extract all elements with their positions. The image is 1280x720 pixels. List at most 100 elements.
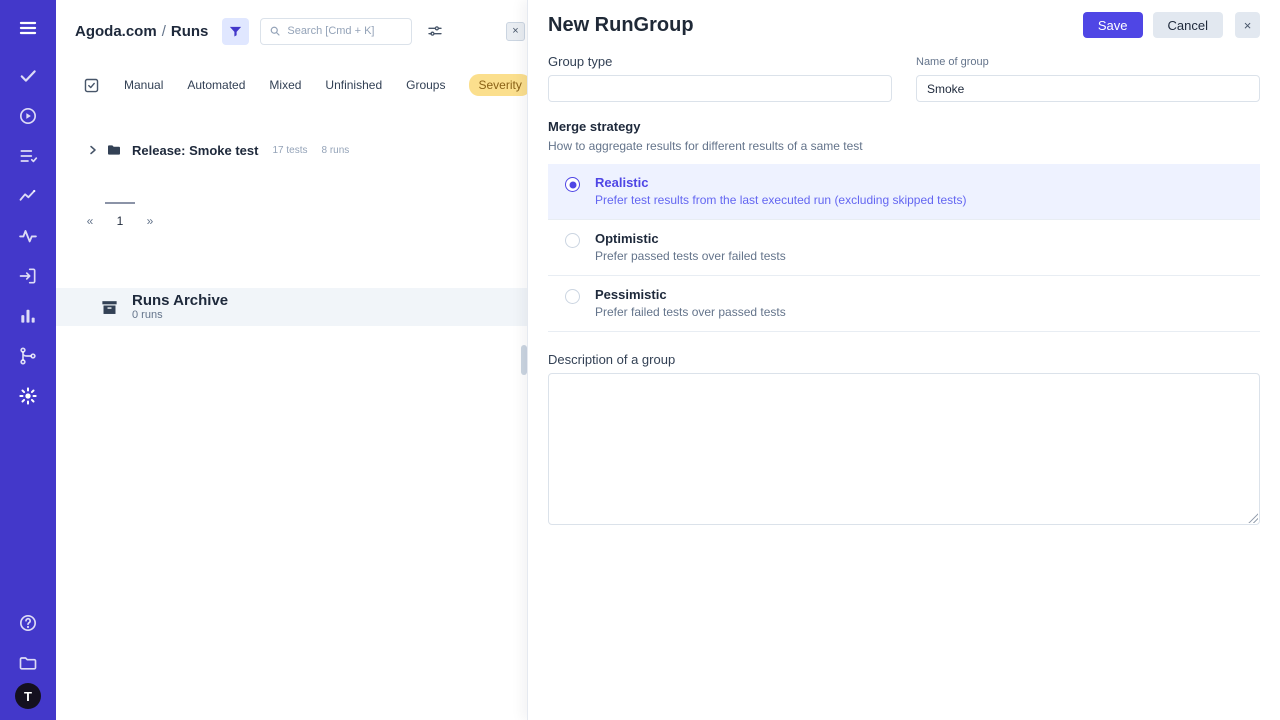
option-text-block: Pessimistic Prefer failed tests over pas…: [595, 287, 786, 319]
tab-unfinished[interactable]: Unfinished: [325, 78, 382, 92]
breadcrumb: Agoda.com/Runs: [75, 23, 208, 40]
runs-filter-tabs: Manual Automated Mixed Unfinished Groups…: [56, 62, 527, 100]
drawer-body: Group type Name of group Merge strategy …: [528, 46, 1280, 525]
sidebar-item-results[interactable]: [0, 56, 56, 96]
top-fields-row: Group type Name of group: [548, 54, 1260, 102]
option-text-block: Realistic Prefer test results from the l…: [595, 175, 967, 207]
run-list-icon: [18, 146, 38, 166]
chevron-right-icon[interactable]: [87, 144, 99, 156]
drawer-actions: Save Cancel ×: [1083, 12, 1260, 38]
branch-icon: [18, 346, 38, 366]
radio-unselected-icon[interactable]: [565, 289, 580, 304]
new-rungroup-drawer: New RunGroup Save Cancel × Group type Na…: [527, 0, 1280, 720]
bar-chart-icon: [18, 306, 38, 326]
page-title: New RunGroup: [548, 14, 694, 37]
runs-panel-header: Agoda.com/Runs: [56, 0, 527, 62]
folder-icon: [106, 142, 122, 158]
tab-severity[interactable]: Severity: [469, 74, 530, 96]
filter-button[interactable]: [222, 18, 249, 45]
option-title: Pessimistic: [595, 287, 786, 302]
option-realistic[interactable]: Realistic Prefer test results from the l…: [548, 164, 1260, 220]
group-type-input[interactable]: [548, 75, 892, 102]
run-group-tests-count: 17 tests: [272, 145, 307, 156]
projects-button[interactable]: [0, 643, 56, 683]
breadcrumb-page[interactable]: Runs: [171, 23, 209, 40]
description-section: Description of a group: [548, 352, 1260, 525]
adjustments-button[interactable]: [422, 18, 448, 44]
close-button[interactable]: ×: [1235, 12, 1260, 38]
archive-title: Runs Archive: [132, 293, 228, 309]
cancel-button[interactable]: Cancel: [1153, 12, 1223, 38]
search-input[interactable]: [287, 25, 403, 37]
tab-mixed[interactable]: Mixed: [269, 78, 301, 92]
pagination-next-button[interactable]: »: [135, 202, 165, 238]
runs-archive-row[interactable]: Runs Archive 0 runs: [56, 288, 527, 326]
name-of-group-input[interactable]: [916, 75, 1260, 102]
search-box: [260, 18, 412, 45]
help-button[interactable]: [0, 603, 56, 643]
option-title: Realistic: [595, 175, 967, 190]
menu-icon: [18, 18, 38, 38]
sidebar-bottom-group: T: [0, 603, 56, 720]
sidebar-item-plans[interactable]: [0, 136, 56, 176]
merge-strategy-label: Merge strategy: [548, 119, 1260, 134]
select-all-icon[interactable]: [83, 77, 100, 94]
group-type-label: Group type: [548, 54, 892, 69]
sidebar-item-branches[interactable]: [0, 336, 56, 376]
pagination-prev-button[interactable]: «: [75, 202, 105, 238]
option-description: Prefer failed tests over passed tests: [595, 305, 786, 319]
run-group-row[interactable]: Release: Smoke test 17 tests 8 runs: [87, 142, 527, 158]
projects-icon: [18, 653, 38, 673]
radio-unselected-icon[interactable]: [565, 233, 580, 248]
runs-panel: Agoda.com/Runs Manual Automated Mixed Un…: [56, 0, 527, 720]
option-optimistic[interactable]: Optimistic Prefer passed tests over fail…: [548, 220, 1260, 276]
sidebar-item-runs[interactable]: [0, 96, 56, 136]
trend-line-icon: [18, 186, 38, 206]
funnel-icon: [228, 24, 243, 39]
tab-groups[interactable]: Groups: [406, 78, 445, 92]
sidebar-item-reports[interactable]: [0, 296, 56, 336]
name-of-group-label: Name of group: [916, 56, 1260, 68]
check-icon: [18, 66, 38, 86]
option-text-block: Optimistic Prefer passed tests over fail…: [595, 231, 786, 263]
sliders-icon: [427, 23, 443, 39]
merge-strategy-section: Merge strategy How to aggregate results …: [548, 119, 1260, 332]
breadcrumb-separator: /: [157, 23, 171, 40]
option-description: Prefer test results from the last execut…: [595, 193, 967, 207]
gear-icon: [18, 386, 38, 406]
tab-manual[interactable]: Manual: [124, 78, 163, 92]
run-group-runs-count: 8 runs: [321, 145, 349, 156]
menu-button[interactable]: [0, 0, 56, 56]
sidebar-item-activity[interactable]: [0, 216, 56, 256]
panel-close-button[interactable]: ×: [506, 22, 525, 41]
name-field-block: Name of group: [916, 56, 1260, 102]
breadcrumb-project[interactable]: Agoda.com: [75, 23, 157, 40]
pagination-page-1[interactable]: 1: [105, 202, 135, 238]
archive-subtitle: 0 runs: [132, 309, 228, 321]
import-icon: [18, 266, 38, 286]
drawer-header: New RunGroup Save Cancel ×: [528, 0, 1280, 46]
option-pessimistic[interactable]: Pessimistic Prefer failed tests over pas…: [548, 276, 1260, 332]
radio-selected-icon[interactable]: [565, 177, 580, 192]
archive-icon: [100, 298, 119, 317]
pagination: « 1 »: [75, 202, 527, 238]
sidebar-item-settings[interactable]: [0, 376, 56, 416]
resize-handle-icon[interactable]: [1247, 512, 1258, 523]
run-group-title: Release: Smoke test: [132, 143, 258, 158]
group-type-field-block: Group type: [548, 54, 892, 102]
description-wrapper: [548, 373, 1260, 525]
description-textarea[interactable]: [548, 373, 1260, 525]
description-label: Description of a group: [548, 352, 1260, 367]
sidebar-rail: T: [0, 0, 56, 720]
sidebar-item-import[interactable]: [0, 256, 56, 296]
archive-text-block: Runs Archive 0 runs: [132, 293, 228, 321]
pulse-icon: [18, 226, 38, 246]
merge-strategy-options: Realistic Prefer test results from the l…: [548, 164, 1260, 332]
save-button[interactable]: Save: [1083, 12, 1143, 38]
user-avatar[interactable]: T: [15, 683, 41, 709]
sidebar-item-analytics[interactable]: [0, 176, 56, 216]
play-circle-icon: [18, 106, 38, 126]
help-icon: [18, 613, 38, 633]
tab-automated[interactable]: Automated: [187, 78, 245, 92]
merge-strategy-hint: How to aggregate results for different r…: [548, 139, 1260, 153]
